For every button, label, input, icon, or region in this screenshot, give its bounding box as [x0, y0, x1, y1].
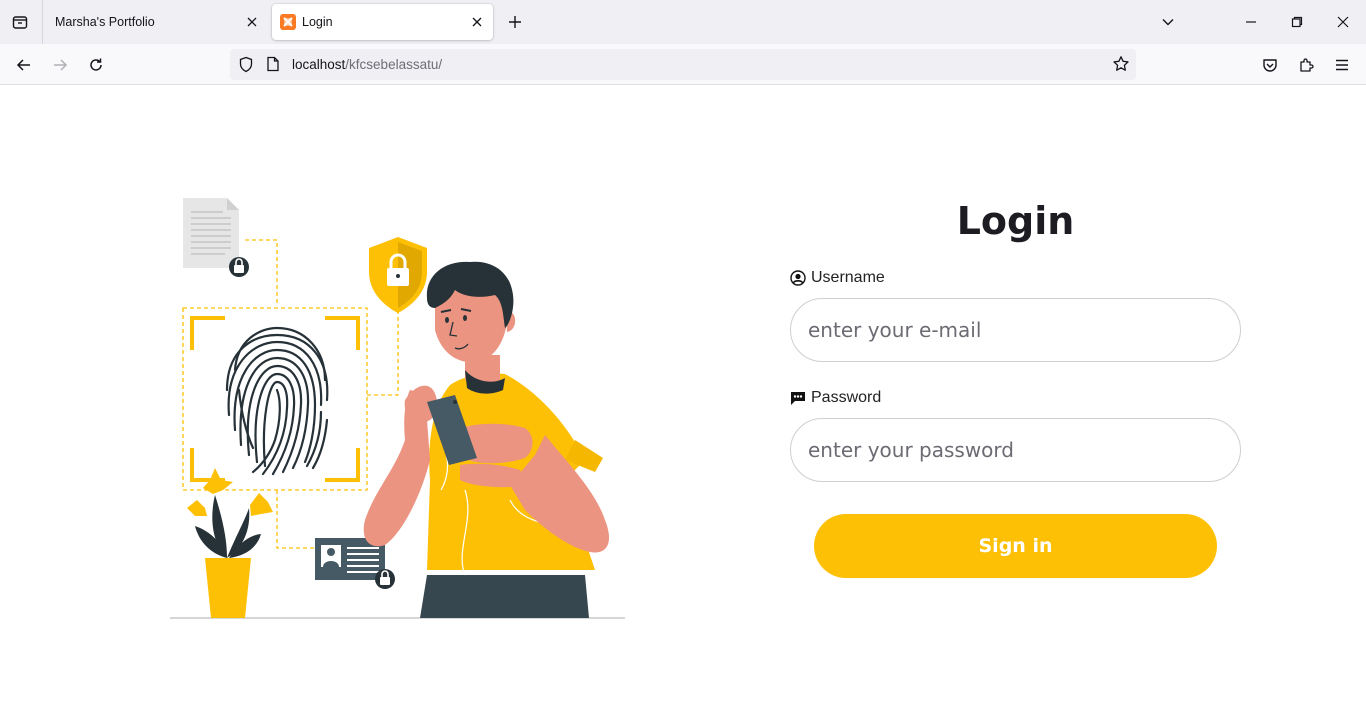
close-icon [1337, 16, 1349, 28]
page-icon[interactable] [266, 56, 280, 72]
tab-close-button[interactable] [469, 14, 485, 30]
tab-list-icon [12, 16, 28, 29]
password-input[interactable] [790, 418, 1241, 482]
arrow-left-icon [16, 59, 30, 71]
tab-list-button[interactable] [6, 8, 34, 36]
username-label: Username [790, 269, 885, 287]
shield-lock-icon [369, 237, 427, 313]
tab-marshas-portfolio[interactable]: Marsha's Portfolio [44, 4, 268, 40]
xampp-favicon-icon [280, 14, 296, 30]
shield-icon[interactable] [238, 56, 254, 73]
reload-icon [90, 58, 102, 71]
star-bookmark-icon[interactable] [1112, 55, 1130, 73]
tab-separator [42, 0, 43, 44]
navigation-bar: localhost/kfcsebelassatu/ [0, 44, 1366, 85]
url-path: /kfcsebelassatu/ [345, 57, 443, 72]
person-with-phone [363, 261, 610, 618]
plus-icon [509, 16, 521, 28]
chevron-down-icon [1162, 19, 1174, 26]
forward-button[interactable] [45, 50, 75, 80]
reload-button[interactable] [81, 50, 111, 80]
pocket-icon [1263, 59, 1277, 72]
tab-title: Marsha's Portfolio [55, 15, 155, 29]
hamburger-menu-icon [1336, 59, 1348, 71]
tab-close-button[interactable] [244, 14, 260, 30]
password-label-text: Password [811, 389, 882, 406]
tab-title: Login [302, 15, 333, 29]
pocket-button[interactable] [1255, 50, 1285, 80]
user-circle-icon [790, 270, 806, 286]
chat-dots-icon [791, 392, 805, 405]
username-input[interactable] [790, 298, 1241, 362]
restore-icon [1291, 16, 1303, 28]
url-text[interactable]: localhost/kfcsebelassatu/ [292, 57, 442, 72]
address-bar[interactable]: localhost/kfcsebelassatu/ [230, 49, 1136, 80]
fingerprint-icon [225, 326, 329, 476]
minimize-icon [1246, 21, 1256, 23]
login-form: Login Username Password Sign in [790, 195, 1241, 578]
close-window-button[interactable] [1329, 8, 1357, 36]
sign-in-button[interactable]: Sign in [814, 514, 1217, 578]
arrow-right-icon [54, 59, 68, 71]
close-icon [472, 17, 482, 27]
tab-login[interactable]: Login [272, 4, 493, 40]
page-title: Login [956, 199, 1075, 243]
extensions-button[interactable] [1291, 50, 1321, 80]
puzzle-icon [1300, 58, 1314, 72]
new-tab-button[interactable] [503, 10, 527, 34]
document-icon [183, 198, 249, 277]
back-button[interactable] [9, 50, 39, 80]
tab-bar: Marsha's Portfolio Login [0, 0, 1366, 44]
username-label-text: Username [811, 269, 885, 286]
list-all-tabs-button[interactable] [1154, 8, 1182, 36]
password-label: Password [790, 389, 881, 407]
url-host: localhost [292, 57, 346, 72]
close-icon [247, 17, 257, 27]
security-illustration [170, 198, 625, 619]
restore-button[interactable] [1283, 8, 1311, 36]
minimize-button[interactable] [1237, 8, 1265, 36]
menu-button[interactable] [1327, 50, 1357, 80]
id-card-icon [315, 538, 395, 589]
